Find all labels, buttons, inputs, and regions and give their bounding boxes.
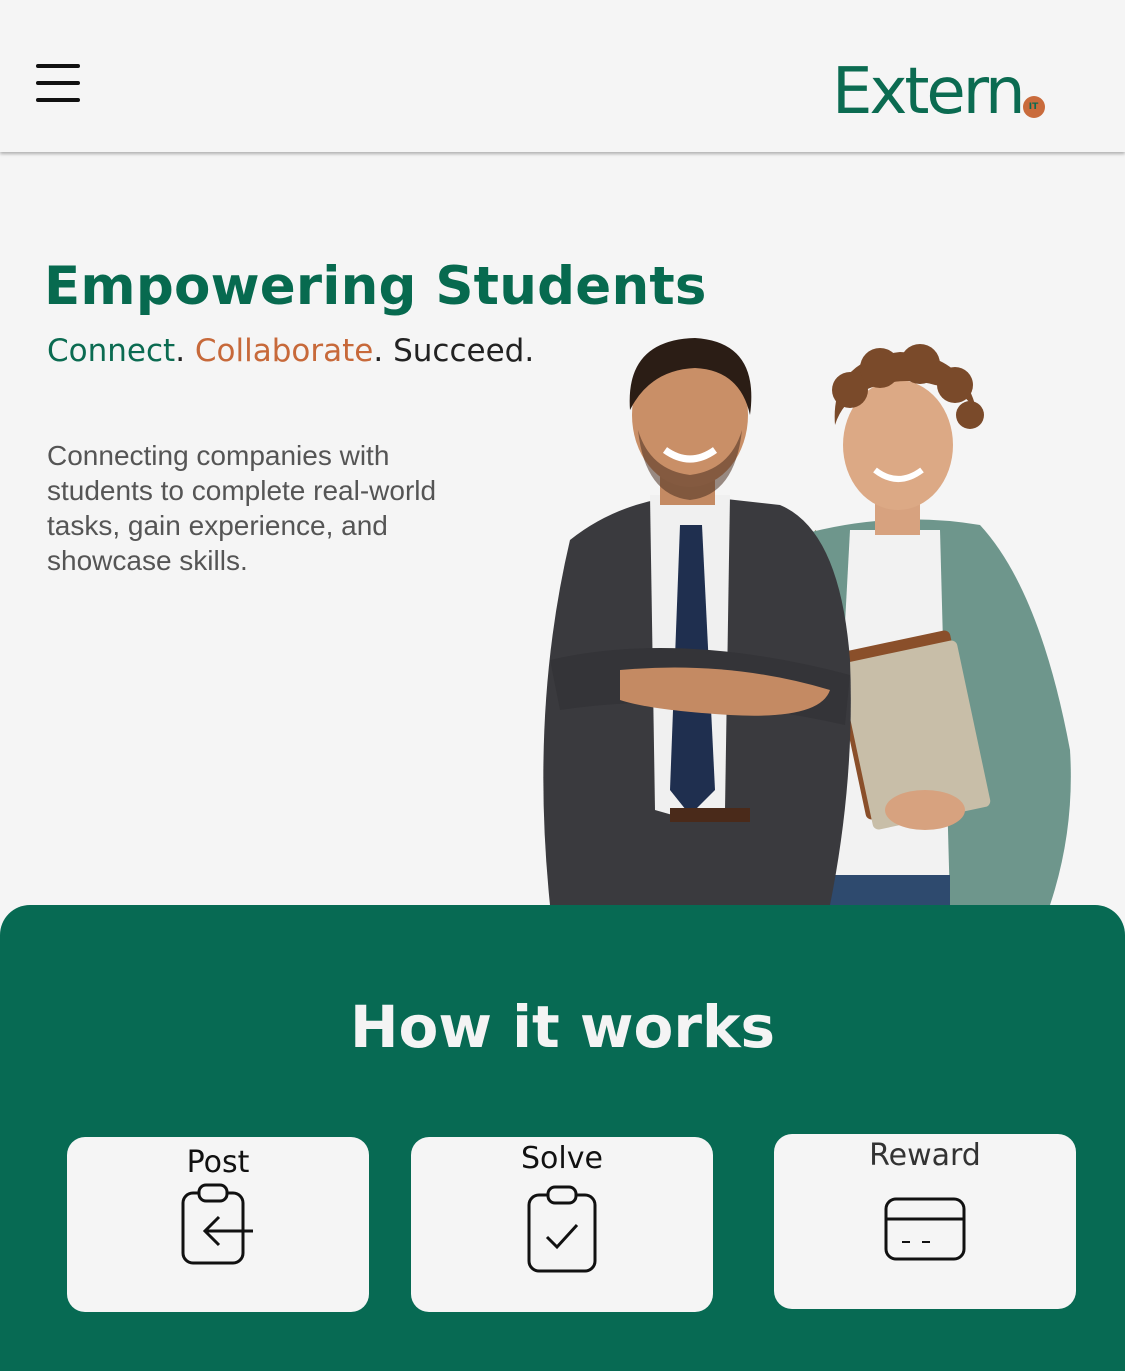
- how-it-works-title: How it works: [349, 993, 776, 1061]
- businessman-figure: [543, 338, 851, 905]
- hero-people-image: [543, 338, 1071, 905]
- tagline-collaborate: Collaborate: [194, 333, 374, 369]
- step-label-post: Post: [186, 1145, 250, 1180]
- tagline-connect: Connect: [47, 333, 176, 369]
- step-card-solve[interactable]: Solve: [411, 1137, 713, 1312]
- step-label-solve: Solve: [521, 1141, 603, 1176]
- step-card-post[interactable]: Post: [67, 1137, 369, 1312]
- how-it-works-section: How it works Post Solve Reward: [0, 905, 1125, 1371]
- hero-title: Empowering Students: [44, 256, 707, 317]
- tagline-separator: .: [373, 333, 394, 369]
- credit-card-icon: [884, 1197, 966, 1261]
- logo-badge: IT: [1022, 96, 1045, 118]
- hero-tagline: Connect. Collaborate. Succeed.: [47, 333, 534, 369]
- clipboard-arrow-icon: [181, 1183, 253, 1265]
- tagline-succeed: Succeed.: [393, 333, 535, 369]
- step-label-reward: Reward: [869, 1138, 981, 1173]
- tagline-separator: .: [175, 333, 195, 369]
- app-header: Extern IT: [0, 0, 1125, 152]
- hero-description: Connecting companies with students to co…: [47, 440, 437, 576]
- step-card-reward[interactable]: Reward: [774, 1134, 1076, 1309]
- logo-text: Extern: [832, 55, 1026, 129]
- hamburger-menu-icon[interactable]: [36, 62, 82, 104]
- brand-logo[interactable]: Extern IT: [832, 44, 1045, 124]
- clipboard-check-icon: [527, 1185, 597, 1273]
